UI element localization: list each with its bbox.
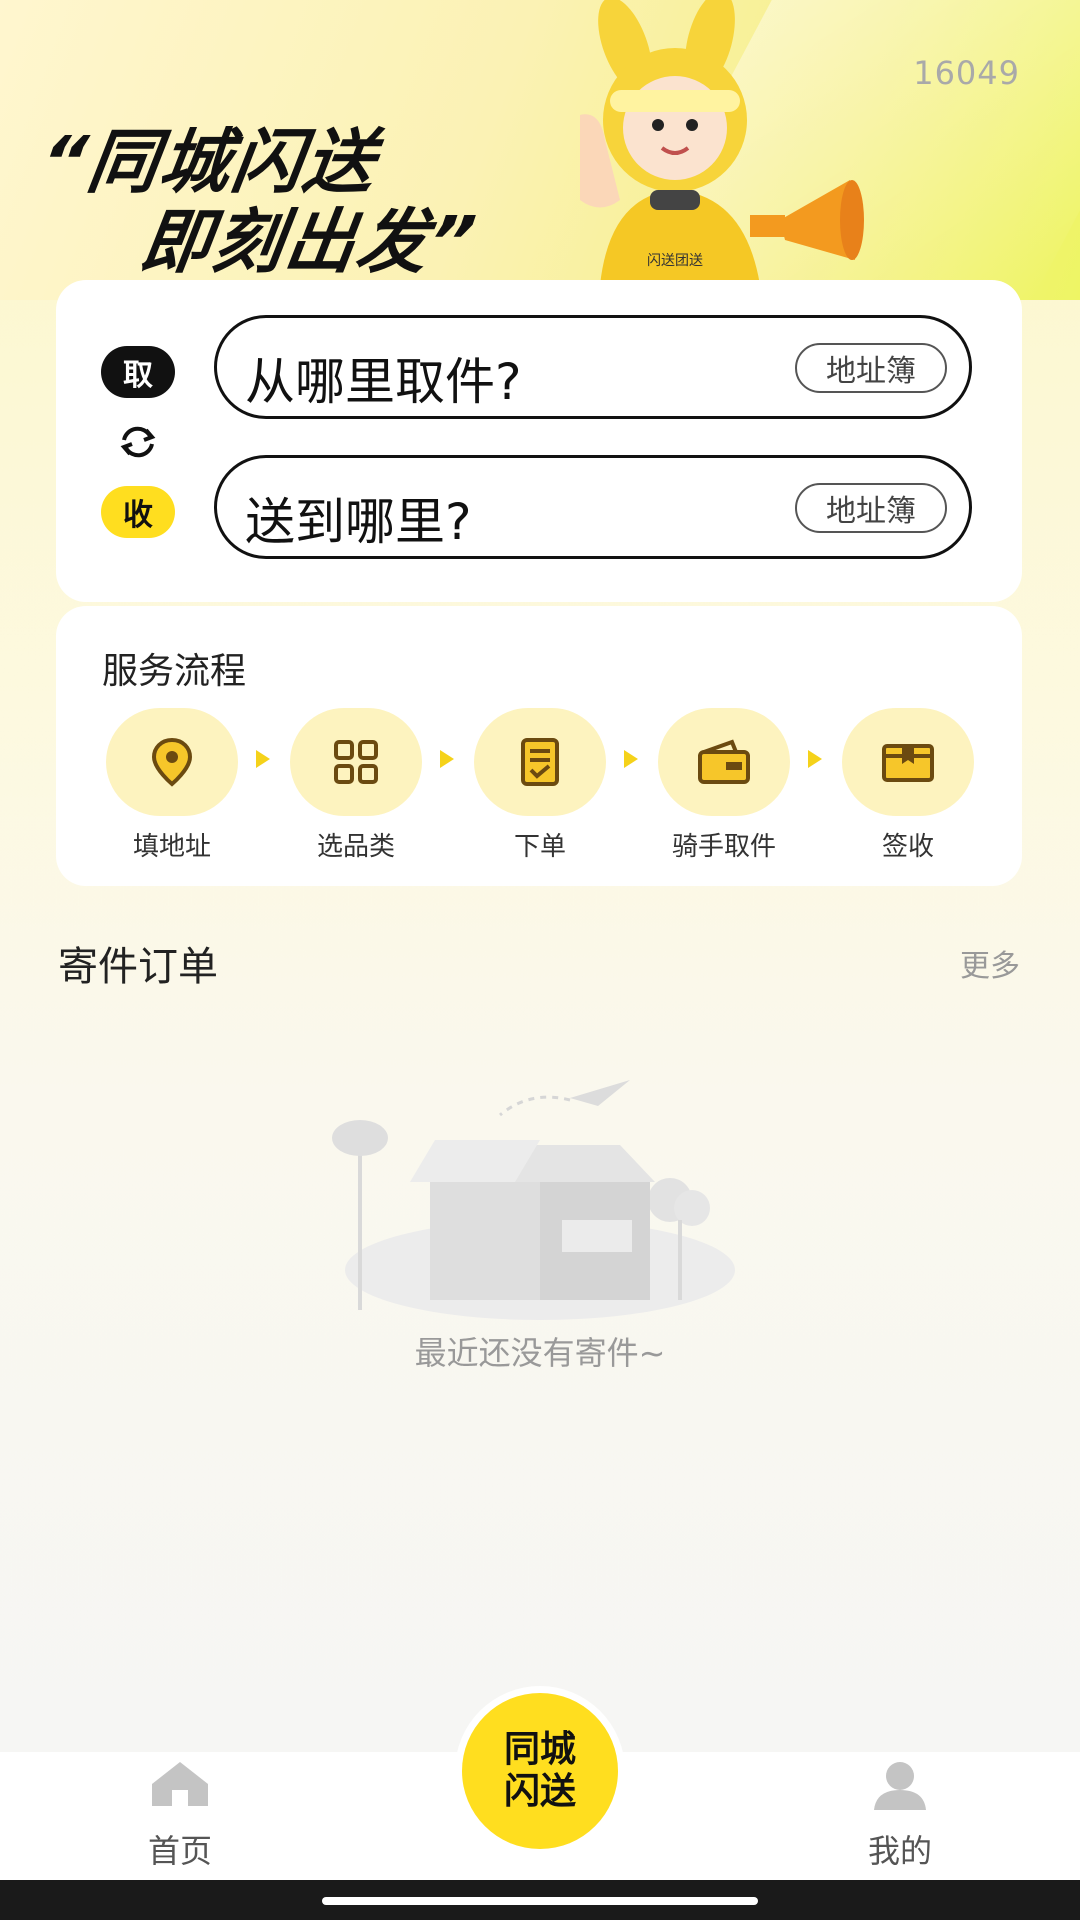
center-flash-delivery-button[interactable]: 同城 闪送 <box>455 1686 625 1856</box>
home-icon <box>152 1762 208 1806</box>
mascot-badge: 闪送团送 <box>647 253 703 269</box>
package-icon <box>882 744 934 782</box>
empty-orders-text: 最近还没有寄件~ <box>414 1334 666 1372</box>
swap-icon[interactable] <box>114 422 162 462</box>
home-indicator[interactable] <box>322 1897 758 1905</box>
step-sign-receive: 签收 <box>838 708 978 863</box>
slogan-line-2: 即刻出发” <box>135 201 483 283</box>
system-home-bar <box>0 1880 1080 1920</box>
step-arrow <box>440 750 454 768</box>
grid-icon <box>334 740 378 784</box>
pickup-address-input[interactable]: 从哪里取件? 地址簿 <box>214 315 972 419</box>
nav-home[interactable]: 首页 <box>100 1756 260 1872</box>
receive-placeholder: 送到哪里? <box>245 493 472 551</box>
fab-label-line1: 同城 <box>503 1729 576 1770</box>
step-label: 骑手取件 <box>671 832 776 862</box>
wallet-icon <box>698 739 750 784</box>
nav-home-label: 首页 <box>147 1832 212 1870</box>
receive-address-book-button[interactable]: 地址簿 <box>795 483 947 533</box>
receive-tag: 收 <box>101 486 175 538</box>
nav-mine[interactable]: 我的 <box>820 1756 980 1872</box>
step-label: 填地址 <box>132 832 211 862</box>
fab-label-line2: 闪送 <box>503 1771 576 1812</box>
step-label: 签收 <box>881 832 934 862</box>
address-card: 取 收 从哪里取件? 地址簿 送到哪里? 地址簿 <box>56 280 1022 602</box>
step-label: 下单 <box>513 832 566 862</box>
user-icon <box>874 1762 926 1810</box>
service-title: 服务流程 <box>102 651 247 692</box>
step-fill-address: 填地址 <box>102 708 242 863</box>
step-arrow <box>256 750 270 768</box>
pickup-tag: 取 <box>101 346 175 398</box>
mascot-illustration: 闪送团送 <box>580 0 864 285</box>
step-place-order: 下单 <box>470 708 610 863</box>
empty-box-illustration <box>332 1080 735 1320</box>
nav-mine-label: 我的 <box>867 1832 932 1870</box>
orders-title: 寄件订单 <box>58 944 218 990</box>
step-arrow <box>808 750 822 768</box>
receive-address-input[interactable]: 送到哪里? 地址簿 <box>214 455 972 559</box>
service-process-card: 服务流程 填地址 选品类 下单 骑手取件 签收 <box>56 606 1022 886</box>
orders-more-link[interactable]: 更多 <box>960 941 1020 985</box>
pickup-address-book-button[interactable]: 地址簿 <box>795 343 947 393</box>
location-pin-icon <box>151 737 193 787</box>
step-label: 选品类 <box>316 832 395 862</box>
step-rider-pickup: 骑手取件 <box>654 708 794 863</box>
checklist-icon <box>521 738 559 786</box>
pickup-placeholder: 从哪里取件? <box>245 353 522 411</box>
step-arrow <box>624 750 638 768</box>
step-choose-category: 选品类 <box>286 708 426 863</box>
